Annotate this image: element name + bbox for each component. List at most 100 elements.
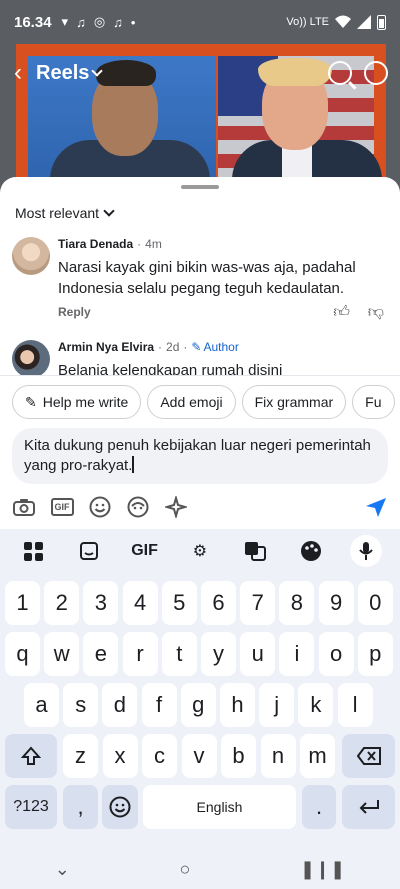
shift-key[interactable] (5, 734, 57, 778)
key-4[interactable]: 4 (122, 581, 158, 625)
sort-dropdown[interactable]: Most relevant (15, 205, 115, 221)
key-p[interactable]: p (357, 632, 393, 676)
back-arrow-icon[interactable]: ‹ (0, 59, 36, 87)
key-2[interactable]: 2 (44, 581, 80, 625)
key-z[interactable]: z (63, 734, 98, 778)
key-l[interactable]: l (337, 683, 373, 727)
nav-recents-icon[interactable]: ❚❙❚ (300, 859, 345, 880)
comment-input-text: Kita dukung penuh kebijakan luar negeri … (24, 437, 371, 474)
nav-home-icon[interactable]: ○ (179, 859, 190, 880)
key-n[interactable]: n (260, 734, 296, 778)
comma-key[interactable]: , (63, 785, 98, 829)
profile-icon[interactable] (364, 61, 388, 85)
tiktok-icon: ♫ (76, 14, 86, 30)
key-m[interactable]: m (300, 734, 335, 778)
key-9[interactable]: 9 (318, 581, 354, 625)
key-e[interactable]: e (83, 632, 119, 676)
apps-grid-icon[interactable] (18, 535, 50, 567)
backspace-key[interactable] (342, 734, 395, 778)
chip-label: Fix grammar (254, 394, 334, 410)
key-o[interactable]: o (318, 632, 354, 676)
commenter-name[interactable]: Tiara Denada (58, 237, 133, 251)
pencil-sparkle-icon: ✎ (25, 393, 37, 410)
like-icon[interactable]: 👍︎ (333, 303, 350, 322)
key-y[interactable]: y (201, 632, 236, 676)
keyboard-toolbar: GIF ⚙ (0, 529, 400, 573)
sheet-drag-handle[interactable] (181, 185, 219, 189)
search-icon[interactable] (328, 61, 352, 85)
translate-icon[interactable] (239, 535, 271, 567)
chevron-down-icon (91, 65, 104, 77)
instagram-icon: ◎ (93, 14, 106, 29)
author-badge: ✎ Author (191, 340, 238, 354)
gif-key-icon[interactable]: GIF (129, 535, 161, 567)
pencil-icon: ✎ (191, 340, 202, 354)
key-b[interactable]: b (221, 734, 256, 778)
microphone-icon[interactable] (350, 535, 383, 567)
settings-gear-icon[interactable]: ⚙ (184, 535, 216, 567)
key-7[interactable]: 7 (240, 581, 276, 625)
emoji-icon[interactable] (88, 495, 112, 519)
notification-dot-icon: • (130, 14, 136, 30)
key-8[interactable]: 8 (279, 581, 315, 625)
avatar[interactable] (12, 340, 50, 378)
sticker-icon[interactable] (73, 535, 105, 567)
ai-suggestion-chips: ✎ Help me write Add emoji Fix grammar Fu (0, 375, 400, 423)
separator-dot: · (158, 340, 163, 354)
avatar-sticker-icon[interactable] (126, 495, 150, 519)
text-cursor (132, 456, 134, 473)
key-s[interactable]: s (63, 683, 99, 727)
key-0[interactable]: 0 (357, 581, 393, 625)
comment-text: Narasi kayak gini bikin was-was aja, pad… (58, 259, 356, 297)
key-r[interactable]: r (122, 632, 158, 676)
reels-title-dropdown[interactable]: Reels (36, 62, 104, 85)
key-5[interactable]: 5 (161, 581, 197, 625)
key-q[interactable]: q (5, 632, 40, 676)
key-k[interactable]: k (298, 683, 334, 727)
nav-back-chevron-icon[interactable]: ⌄ (55, 859, 70, 880)
system-nav-bar: ⌄ ○ ❚❙❚ (0, 849, 400, 889)
key-v[interactable]: v (181, 734, 217, 778)
more-chip[interactable]: Fu (352, 385, 395, 419)
key-j[interactable]: j (259, 683, 295, 727)
key-i[interactable]: i (279, 632, 315, 676)
space-key[interactable]: English (143, 785, 296, 829)
comment-input[interactable]: Kita dukung penuh kebijakan luar negeri … (12, 428, 388, 484)
key-3[interactable]: 3 (83, 581, 119, 625)
key-t[interactable]: t (161, 632, 197, 676)
reply-button[interactable]: Reply (58, 305, 91, 319)
signal-icon (357, 15, 371, 29)
key-d[interactable]: d (102, 683, 138, 727)
key-w[interactable]: w (44, 632, 80, 676)
keyboard: GIF ⚙ 1234567890 qwertyuiop asdfghjkl zx… (0, 529, 400, 889)
key-x[interactable]: x (102, 734, 138, 778)
add-emoji-chip[interactable]: Add emoji (147, 385, 236, 419)
fix-grammar-chip[interactable]: Fix grammar (241, 385, 347, 419)
gif-icon[interactable]: GIF (50, 495, 74, 519)
key-6[interactable]: 6 (201, 581, 236, 625)
symbols-key[interactable]: ?123 (5, 785, 57, 829)
key-g[interactable]: g (180, 683, 216, 727)
avatar[interactable] (12, 237, 50, 275)
status-time: 16.34 (14, 13, 52, 31)
send-icon[interactable] (364, 495, 388, 519)
help-me-write-chip[interactable]: ✎ Help me write (12, 385, 142, 419)
period-key[interactable]: . (302, 785, 336, 829)
sparkle-sticker-icon[interactable] (164, 495, 188, 519)
sort-label: Most relevant (15, 205, 100, 221)
commenter-name[interactable]: Armin Nya Elvira (58, 340, 154, 354)
emoji-key[interactable] (102, 785, 138, 829)
separator-dot: · (137, 237, 142, 251)
number-row: 1234567890 (0, 581, 400, 627)
key-h[interactable]: h (220, 683, 255, 727)
key-f[interactable]: f (141, 683, 177, 727)
key-c[interactable]: c (142, 734, 177, 778)
dislike-icon[interactable]: 👎︎ (368, 303, 384, 322)
palette-icon[interactable] (295, 535, 327, 567)
comment-item: Tiara Denada · 4m Narasi kayak gini biki… (12, 237, 388, 327)
key-u[interactable]: u (240, 632, 276, 676)
enter-key[interactable] (342, 785, 395, 829)
key-a[interactable]: a (24, 683, 59, 727)
key-1[interactable]: 1 (5, 581, 40, 625)
camera-icon[interactable] (12, 495, 36, 519)
